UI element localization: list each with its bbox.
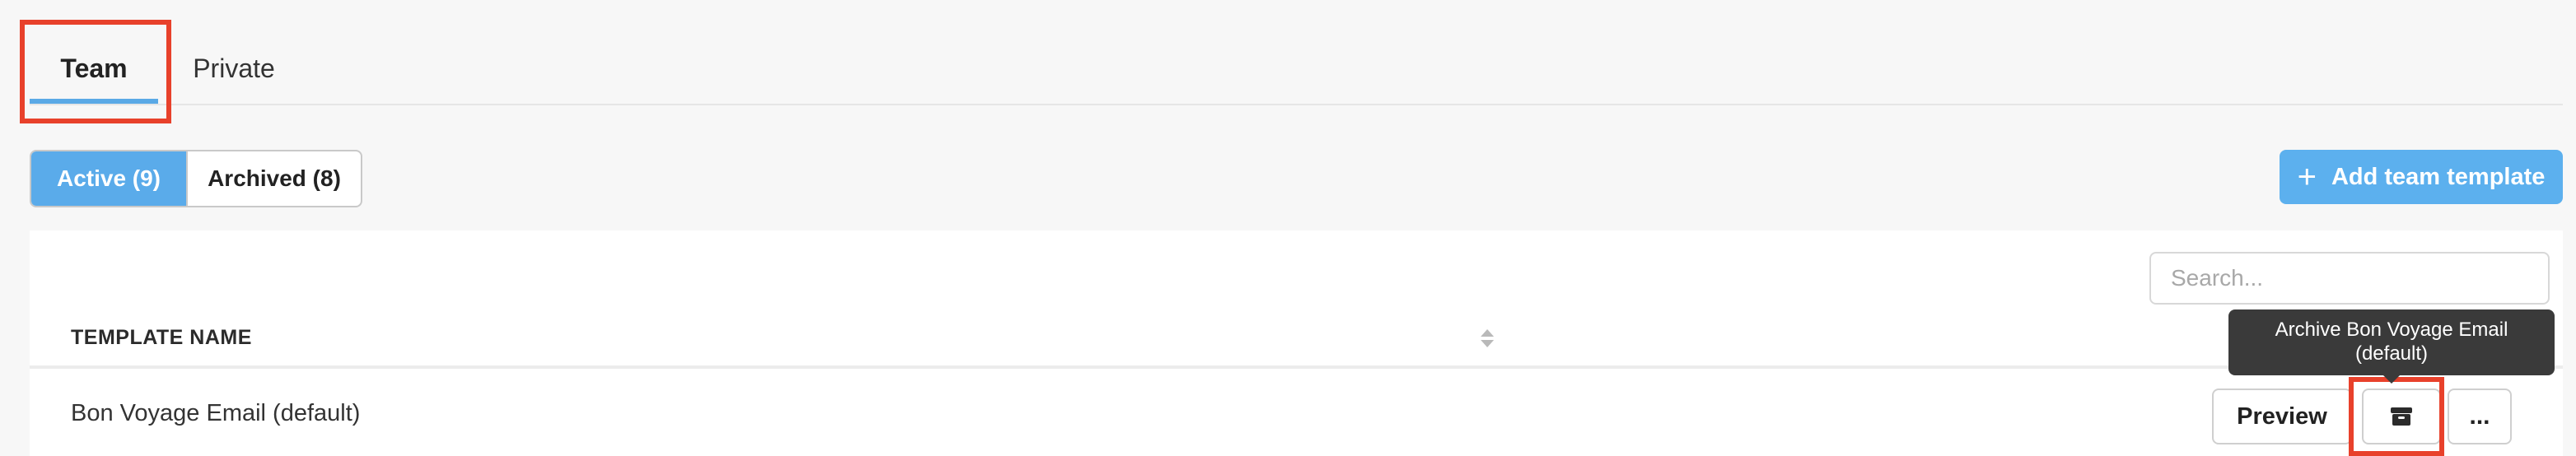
search-input[interactable]: [2149, 252, 2550, 305]
archive-tooltip: Archive Bon Voyage Email (default): [2228, 309, 2555, 375]
tooltip-arrow: [2383, 375, 2400, 384]
preview-button[interactable]: Preview: [2212, 389, 2352, 444]
add-team-template-button[interactable]: + Add team template: [2280, 150, 2563, 204]
column-header-template-name[interactable]: TEMPLATE NAME: [71, 326, 252, 350]
tab-private[interactable]: Private: [175, 33, 293, 104]
add-team-template-label: Add team template: [2331, 163, 2546, 190]
status-filter-group: Active (9) Archived (8): [30, 150, 362, 207]
tab-team[interactable]: Team: [30, 33, 158, 104]
table-row-template-name[interactable]: Bon Voyage Email (default): [71, 400, 360, 427]
sort-icon[interactable]: [1479, 328, 1496, 349]
archive-button[interactable]: [2362, 389, 2441, 444]
archive-tooltip-text: Archive Bon Voyage Email (default): [2275, 319, 2508, 365]
tab-active-indicator: [30, 99, 158, 104]
tab-team-label: Team: [60, 53, 128, 83]
tab-private-label: Private: [193, 53, 275, 83]
more-actions-button[interactable]: ...: [2448, 389, 2512, 444]
table-header-divider: [30, 365, 2563, 369]
plus-icon: +: [2297, 159, 2317, 195]
filter-archived-label: Archived (8): [208, 165, 341, 191]
archive-box-icon: [2391, 407, 2412, 426]
filter-active-label: Active (9): [56, 165, 161, 191]
tabs-divider: [30, 104, 2563, 105]
more-actions-label: ...: [2469, 402, 2490, 430]
filter-archived-button[interactable]: Archived (8): [186, 151, 361, 206]
preview-label: Preview: [2237, 402, 2327, 430]
filter-active-button[interactable]: Active (9): [31, 151, 186, 206]
